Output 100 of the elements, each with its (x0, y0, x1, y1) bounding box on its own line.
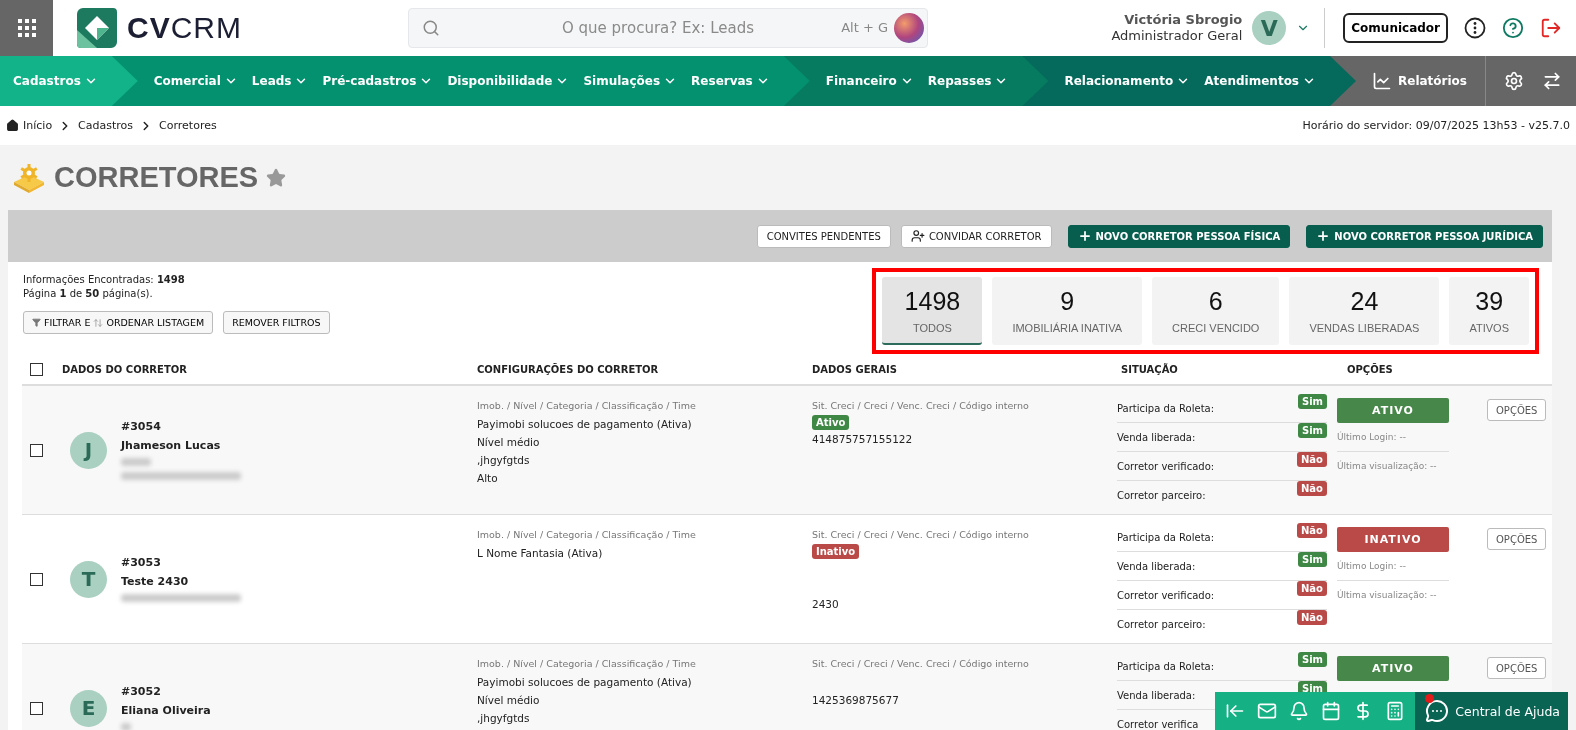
more-button[interactable] (1464, 17, 1486, 39)
config-value: Payimobi solucoes de pagamento (Ativa) (477, 675, 693, 690)
options-button[interactable]: OPÇÕES (1487, 399, 1547, 421)
flag-badge: Não (1297, 452, 1327, 467)
breadcrumb-link[interactable]: Corretores (159, 119, 217, 132)
sort-icon (93, 317, 104, 328)
row-checkbox[interactable] (30, 701, 43, 715)
calculator-icon (1385, 701, 1406, 721)
row-checkbox[interactable] (30, 572, 43, 586)
column-header: OPÇÕES (1346, 363, 1394, 375)
stat-tab[interactable]: 39 ATIVOS (1449, 277, 1529, 345)
toolbar-button[interactable]: NOVO CORRETOR PESSOA JURÍDICA (1306, 224, 1543, 248)
toolbar-button[interactable]: CONVIDAR CORRETOR (900, 224, 1052, 248)
options-button[interactable]: OPÇÕES (1487, 528, 1547, 550)
flag-label: Participa da Roleta: (1117, 660, 1215, 672)
menu-item[interactable]: Pré-cadastros (322, 74, 434, 88)
status-button[interactable]: INATIVO (1337, 527, 1449, 552)
mail-button[interactable] (1257, 701, 1278, 721)
stat-tab[interactable]: 1498 TODOS (882, 277, 983, 345)
menu-item[interactable]: Atendimentos (1204, 74, 1316, 88)
user-plus-icon (910, 229, 925, 243)
settings-icon (1504, 71, 1524, 91)
flag-label: Participa da Roleta: (1117, 531, 1215, 543)
toolbar-button[interactable]: NOVO CORRETOR PESSOA FÍSICA (1067, 224, 1291, 248)
status-button[interactable]: ATIVO (1337, 656, 1449, 681)
broker-id: #3053 (121, 556, 162, 569)
search-icon (422, 19, 440, 37)
config-value: ,jhgyfgtds (477, 453, 531, 468)
logo-icon (77, 8, 117, 48)
user-avatar[interactable]: V (1252, 11, 1287, 45)
settings-button[interactable] (1504, 71, 1524, 91)
config-value: Payimobi solucoes de pagamento (Ativa) (477, 417, 693, 432)
plus-icon (1316, 229, 1331, 243)
creci-status-badge: Inativo (812, 544, 860, 559)
flag-label: Venda liberada: (1117, 431, 1196, 443)
redacted-text (121, 723, 131, 730)
menu-item[interactable]: Leads (251, 74, 309, 88)
last-view: Última visualização: -- (1337, 459, 1438, 473)
creci-caption: Sit. Creci / Creci / Venc. Creci / Código interno (812, 399, 1030, 413)
flag-label: Corretor parceiro: (1117, 490, 1206, 501)
stat-tab[interactable]: 24 VENDAS LIBERADAS (1289, 277, 1440, 345)
flag-label: Venda liberada: (1117, 560, 1196, 572)
menu-item[interactable]: Financeiro (825, 74, 914, 88)
flag-label: Participa da Roleta: (1117, 402, 1215, 414)
stat-tab[interactable]: 6 CRECI VENCIDO (1152, 277, 1280, 345)
creci-number: 2430 (812, 597, 840, 612)
toolbar-button[interactable]: CONVITES PENDENTES (756, 224, 891, 248)
switch-button[interactable] (1542, 71, 1562, 91)
favorite-star-icon[interactable] (266, 167, 287, 188)
column-header: SITUAÇÃO (1120, 363, 1179, 375)
chat-icon (1425, 699, 1450, 723)
config-caption: Imob. / Nível / Categoria / Classificação / Time (477, 528, 697, 542)
menu-item[interactable]: Reservas (691, 74, 770, 88)
filter-icon (32, 318, 41, 327)
menu-item[interactable]: Comercial (153, 74, 238, 88)
config-caption: Imob. / Nível / Categoria / Classificação / Time (477, 399, 697, 413)
flag-label: Corretor verificado: (1117, 460, 1215, 472)
redacted-text (121, 458, 151, 466)
bell-icon (1289, 701, 1310, 721)
line-chart-icon (1372, 71, 1392, 91)
collapse-button[interactable] (1225, 701, 1245, 721)
column-header: CONFIGURAÇÕES DO CORRETOR (477, 363, 660, 375)
results-info: Informações Encontradas: 1498 (23, 274, 186, 285)
gear-box-icon (12, 162, 46, 193)
breadcrumb-link[interactable]: Cadastros (78, 119, 134, 132)
apps-menu-button[interactable] (0, 0, 53, 56)
row-checkbox[interactable] (30, 443, 43, 457)
bell-button[interactable] (1289, 701, 1310, 721)
last-view: Última visualização: -- (1337, 588, 1438, 602)
user-role: Administrador Geral (1111, 28, 1243, 44)
config-value: Nível médio (477, 693, 541, 708)
config-caption: Imob. / Nível / Categoria / Classificação / Time (477, 657, 697, 671)
logout-button[interactable] (1540, 17, 1562, 39)
apps-grid-icon (16, 18, 37, 38)
filter-button[interactable]: FILTRAR E ORDENAR LISTAGEM (23, 311, 214, 334)
communicator-button[interactable]: Comunicador (1343, 13, 1448, 43)
flag-label: Corretor verificado: (1117, 589, 1215, 601)
breadcrumb-link[interactable]: Início (6, 119, 53, 132)
calendar-button[interactable] (1321, 701, 1342, 721)
broker-name: Teste 2430 (121, 575, 190, 588)
flag-label: Corretor parceiro: (1117, 619, 1206, 630)
logo-text: CVCRM (127, 11, 242, 45)
more-icon (1464, 17, 1486, 39)
menu-item[interactable]: Relacionamento (1064, 74, 1191, 88)
select-all-checkbox[interactable] (30, 362, 43, 376)
help-button[interactable] (1502, 17, 1524, 39)
column-header: DADOS DO CORRETOR (62, 363, 188, 375)
filter-button[interactable]: REMOVER FILTROS (223, 311, 330, 334)
avatar: T (70, 560, 107, 598)
status-button[interactable]: ATIVO (1337, 398, 1449, 423)
menu-item[interactable]: Disponibilidade (447, 74, 570, 88)
config-value: L Nome Fantasia (Ativa) (477, 546, 604, 561)
stat-tab[interactable]: 9 IMOBILIÁRIA INATIVA (992, 277, 1142, 345)
menu-item[interactable]: Repasses (927, 74, 1009, 88)
options-button[interactable]: OPÇÕES (1487, 657, 1547, 679)
calculator-button[interactable] (1385, 701, 1406, 721)
help-center-button[interactable]: Central de Ajuda (1415, 692, 1568, 730)
creci-caption: Sit. Creci / Creci / Venc. Creci / Código interno (812, 528, 1030, 542)
creci-number: 414875757155122 (812, 432, 914, 447)
menu-item[interactable]: Simulações (583, 74, 678, 88)
